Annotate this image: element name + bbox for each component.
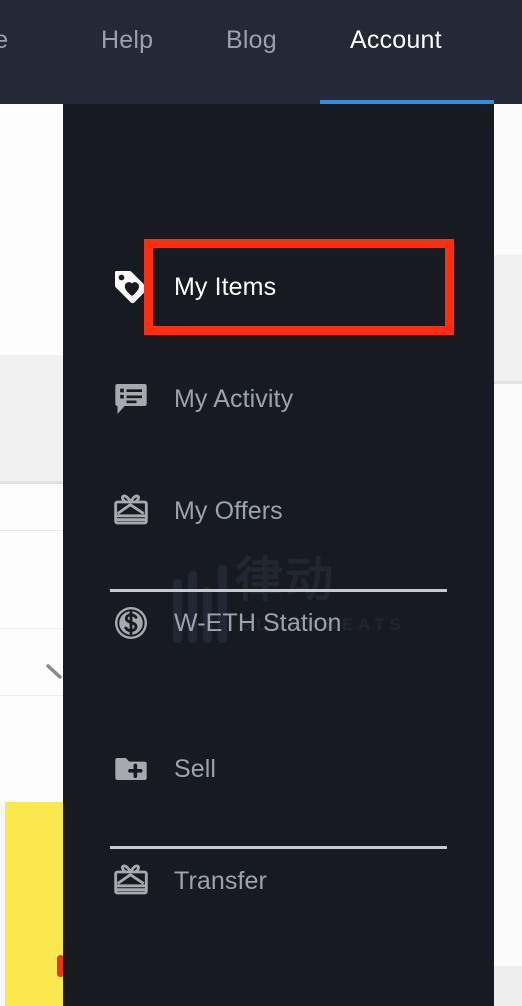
gift-card-icon bbox=[111, 491, 155, 531]
menu-divider-1 bbox=[110, 589, 447, 592]
dollar-coin-icon bbox=[111, 603, 155, 643]
chevron-down-icon[interactable] bbox=[46, 662, 64, 680]
menu-item-weth-station[interactable]: W-ETH Station bbox=[81, 592, 476, 654]
menu-item-my-activity[interactable]: My Activity bbox=[81, 368, 476, 430]
account-dropdown-panel: 律动 BLOCKBEATS My Items My Activity My Of… bbox=[63, 104, 494, 1006]
menu-item-label: W-ETH Station bbox=[174, 608, 342, 637]
gift-card-icon bbox=[111, 861, 155, 901]
menu-divider-2 bbox=[110, 846, 447, 849]
menu-item-account-settings[interactable]: Account Settings bbox=[81, 996, 476, 1006]
nav-item-blog[interactable]: Blog bbox=[226, 26, 277, 55]
top-navigation-bar: ate Help Blog Account bbox=[0, 0, 522, 104]
tag-heart-icon bbox=[111, 267, 155, 307]
menu-item-my-items[interactable]: My Items bbox=[81, 256, 476, 318]
nav-item-create[interactable]: ate bbox=[0, 26, 8, 55]
menu-item-my-offers[interactable]: My Offers bbox=[81, 480, 476, 542]
menu-item-label: My Offers bbox=[174, 496, 283, 525]
menu-item-label: My Items bbox=[174, 272, 277, 301]
screenshot-root: ate Help Blog Account 律动 BLOCKBEATS bbox=[0, 0, 522, 1006]
background-right-band bbox=[494, 255, 522, 381]
menu-item-transfer[interactable]: Transfer bbox=[81, 850, 476, 912]
nav-links: ate Help Blog Account bbox=[0, 0, 522, 104]
menu-item-label: My Activity bbox=[174, 384, 294, 413]
background-right-band-edge bbox=[494, 381, 522, 384]
background-yellow-left-gutter bbox=[0, 802, 5, 1006]
nav-item-help[interactable]: Help bbox=[101, 26, 153, 55]
menu-item-label: Sell bbox=[174, 754, 217, 783]
background-right-footer bbox=[494, 966, 522, 1006]
menu-item-sell[interactable]: Sell bbox=[81, 738, 476, 800]
folder-plus-icon bbox=[111, 749, 155, 789]
menu-item-label: Transfer bbox=[174, 866, 267, 895]
nav-item-account[interactable]: Account bbox=[350, 26, 442, 55]
activity-comment-list-icon bbox=[111, 379, 155, 419]
background-right-column bbox=[494, 100, 522, 1006]
